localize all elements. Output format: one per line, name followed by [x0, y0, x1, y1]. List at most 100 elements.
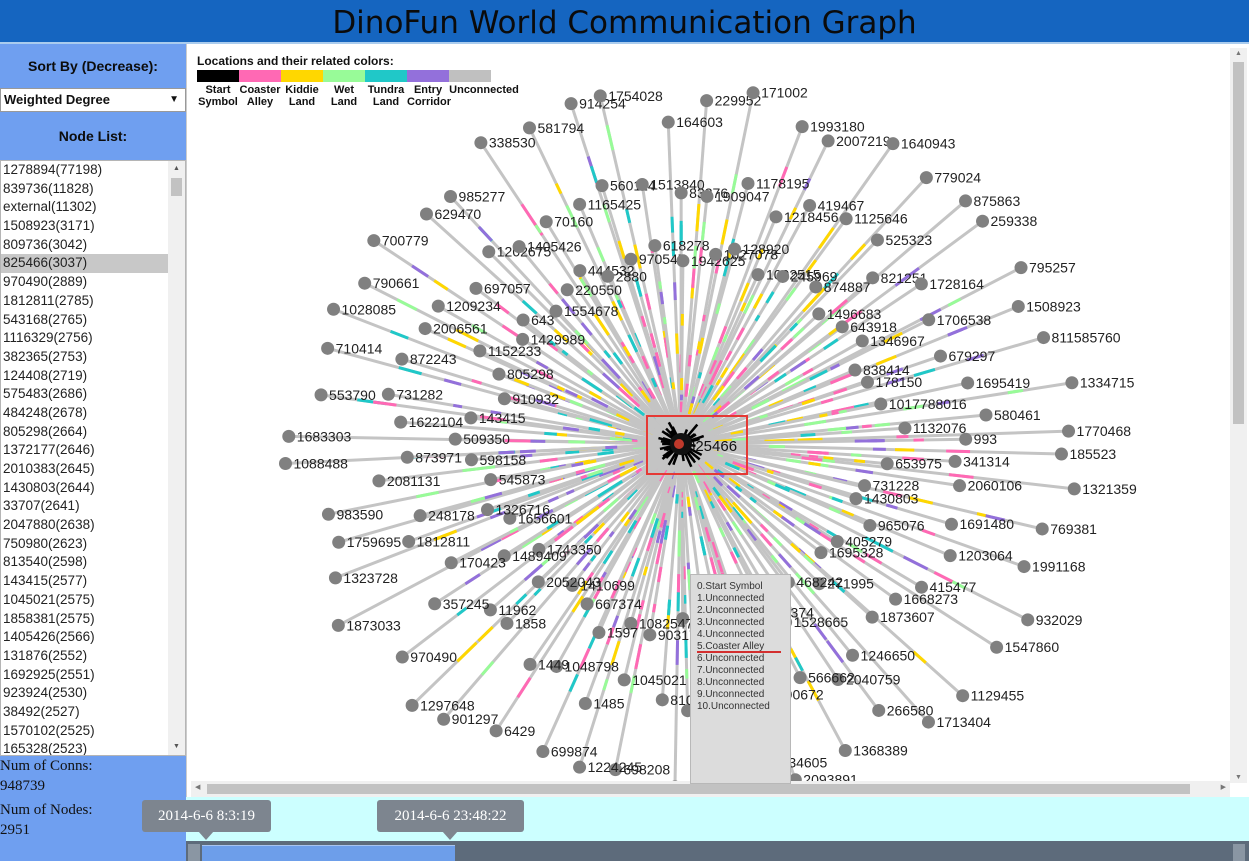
neighbor-node[interactable]: [934, 349, 948, 363]
neighbor-node[interactable]: [1011, 299, 1025, 313]
neighbor-node[interactable]: [474, 136, 488, 150]
neighbor-node[interactable]: [1017, 560, 1031, 574]
neighbor-node[interactable]: [769, 210, 783, 224]
node-list-item[interactable]: 813540(2598): [1, 553, 169, 572]
neighbor-node[interactable]: [746, 86, 760, 100]
neighbor-node[interactable]: [497, 392, 511, 406]
neighbor-node[interactable]: [444, 556, 458, 570]
neighbor-node[interactable]: [956, 689, 970, 703]
neighbor-node[interactable]: [480, 503, 494, 517]
node-list-item[interactable]: external(11302): [1, 198, 169, 217]
neighbor-node[interactable]: [709, 247, 723, 261]
node-list-item[interactable]: 1508923(3171): [1, 217, 169, 236]
neighbor-node[interactable]: [872, 703, 886, 717]
neighbor-node[interactable]: [1062, 424, 1076, 438]
neighbor-node[interactable]: [372, 474, 386, 488]
neighbor-node[interactable]: [961, 376, 975, 390]
neighbor-node[interactable]: [601, 269, 615, 283]
neighbor-node[interactable]: [953, 479, 967, 493]
neighbor-node[interactable]: [849, 492, 863, 506]
node-list-item[interactable]: 1570102(2525): [1, 722, 169, 741]
neighbor-node[interactable]: [919, 171, 933, 185]
scroll-right-icon[interactable]: ▶: [1221, 783, 1226, 791]
neighbor-node[interactable]: [914, 277, 928, 291]
neighbor-node[interactable]: [661, 115, 675, 129]
neighbor-node[interactable]: [358, 276, 372, 290]
neighbor-node[interactable]: [473, 344, 487, 358]
neighbor-node[interactable]: [1021, 613, 1035, 627]
node-list-item[interactable]: 1045021(2575): [1, 591, 169, 610]
neighbor-node[interactable]: [592, 626, 606, 640]
node-list-item[interactable]: 1278894(77198): [1, 161, 169, 180]
neighbor-node[interactable]: [278, 456, 292, 470]
time-start-handle[interactable]: 2014-6-6 8:3:19: [142, 800, 271, 840]
neighbor-node[interactable]: [821, 134, 835, 148]
node-list-item[interactable]: 124408(2719): [1, 367, 169, 386]
neighbor-node[interactable]: [1035, 522, 1049, 536]
neighbor-node[interactable]: [944, 517, 958, 531]
neighbor-node[interactable]: [413, 509, 427, 523]
neighbor-node[interactable]: [464, 453, 478, 467]
slider-left-arrow-icon[interactable]: [188, 844, 200, 861]
neighbor-node[interactable]: [500, 616, 514, 630]
node-list-item[interactable]: 1116329(2756): [1, 329, 169, 348]
neighbor-node[interactable]: [793, 671, 807, 685]
neighbor-node[interactable]: [328, 571, 342, 585]
scrollbar-thumb[interactable]: [207, 784, 1190, 794]
neighbor-node[interactable]: [700, 94, 714, 108]
neighbor-node[interactable]: [549, 304, 563, 318]
node-list-item[interactable]: 165328(2523): [1, 740, 169, 755]
neighbor-node[interactable]: [803, 199, 817, 213]
neighbor-node[interactable]: [874, 397, 888, 411]
neighbor-node[interactable]: [959, 432, 973, 446]
node-list-item[interactable]: 750980(2623): [1, 535, 169, 554]
neighbor-node[interactable]: [419, 207, 433, 221]
neighbor-node[interactable]: [943, 549, 957, 563]
neighbor-node[interactable]: [741, 176, 755, 190]
node-list-item[interactable]: 484248(2678): [1, 404, 169, 423]
neighbor-node[interactable]: [635, 177, 649, 191]
neighbor-node[interactable]: [676, 254, 690, 268]
node-list-item[interactable]: 38492(2527): [1, 703, 169, 722]
neighbor-node[interactable]: [855, 334, 869, 348]
neighbor-node[interactable]: [531, 575, 545, 589]
neighbor-node[interactable]: [674, 186, 688, 200]
neighbor-node[interactable]: [573, 264, 587, 278]
neighbor-node[interactable]: [948, 454, 962, 468]
node-list-item[interactable]: 2047880(2638): [1, 516, 169, 535]
neighbor-node[interactable]: [751, 268, 765, 282]
node-list-item[interactable]: 1372177(2646): [1, 441, 169, 460]
neighbor-node[interactable]: [381, 387, 395, 401]
neighbor-node[interactable]: [898, 421, 912, 435]
node-list-item[interactable]: 2010383(2645): [1, 460, 169, 479]
neighbor-node[interactable]: [469, 281, 483, 295]
node-list-item[interactable]: 1692925(2551): [1, 666, 169, 685]
graph-vertical-scrollbar[interactable]: ▲ ▼: [1230, 48, 1247, 783]
node-list-item[interactable]: 923924(2530): [1, 684, 169, 703]
node-list-item[interactable]: 1405426(2566): [1, 628, 169, 647]
node-list-item[interactable]: 575483(2686): [1, 385, 169, 404]
neighbor-node[interactable]: [394, 415, 408, 429]
neighbor-node[interactable]: [617, 673, 631, 687]
center-node[interactable]: [674, 439, 684, 449]
neighbor-node[interactable]: [595, 179, 609, 193]
sort-by-select[interactable]: Weighted Degree ▼: [0, 88, 186, 112]
node-list-item[interactable]: 970490(2889): [1, 273, 169, 292]
neighbor-node[interactable]: [405, 698, 419, 712]
slider-right-arrow-icon[interactable]: [1233, 844, 1245, 861]
node-list-item[interactable]: 1430803(2644): [1, 479, 169, 498]
neighbor-node[interactable]: [492, 367, 506, 381]
neighbor-node[interactable]: [1065, 376, 1079, 390]
neighbor-node[interactable]: [1037, 331, 1051, 345]
neighbor-node[interactable]: [880, 457, 894, 471]
neighbor-node[interactable]: [321, 341, 335, 355]
scrollbar-thumb[interactable]: [171, 178, 182, 196]
neighbor-node[interactable]: [516, 332, 530, 346]
neighbor-node[interactable]: [809, 280, 823, 294]
neighbor-node[interactable]: [327, 302, 341, 316]
neighbor-node[interactable]: [624, 252, 638, 266]
neighbor-node[interactable]: [846, 648, 860, 662]
neighbor-node[interactable]: [437, 712, 451, 726]
neighbor-node[interactable]: [444, 190, 458, 204]
neighbor-node[interactable]: [870, 233, 884, 247]
